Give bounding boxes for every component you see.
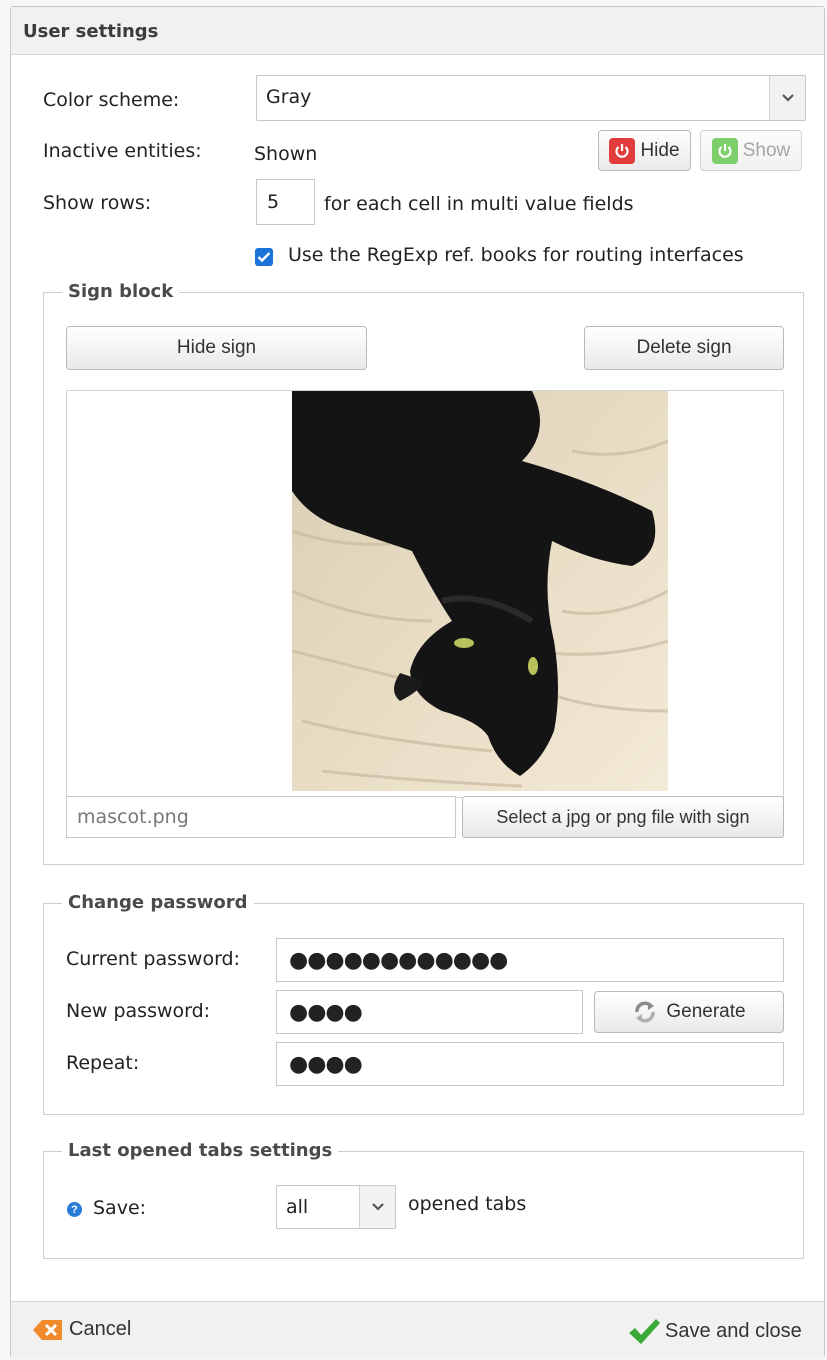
select-sign-file-label: Select a jpg or png file with sign (496, 806, 750, 827)
inactive-entities-label: Inactive entities: (43, 140, 202, 162)
show-button-label: Show (742, 139, 791, 161)
generate-button-label: Generate (666, 1001, 746, 1022)
save-tabs-suffix: opened tabs (408, 1193, 527, 1215)
current-password-label: Current password: (66, 948, 241, 970)
power-icon (711, 137, 738, 164)
power-icon (609, 137, 636, 164)
dialog-title: User settings (23, 21, 159, 42)
sign-file-name-input[interactable]: mascot.png (66, 796, 456, 838)
help-icon[interactable]: ? (67, 1202, 82, 1217)
show-rows-label: Show rows: (43, 192, 152, 214)
dialog-title-bar[interactable]: User settings (11, 7, 824, 55)
last-tabs-legend: Last opened tabs settings (62, 1140, 339, 1161)
save-and-close-label: Save and close (665, 1319, 802, 1342)
delete-sign-label: Delete sign (636, 337, 732, 358)
delete-sign-button[interactable]: Delete sign (584, 326, 784, 370)
cancel-button-label: Cancel (69, 1318, 132, 1340)
user-settings-dialog: User settings Color scheme: Gray Inactiv… (10, 6, 825, 1359)
hide-sign-button[interactable]: Hide sign (66, 326, 367, 370)
generate-password-button[interactable]: Generate (594, 991, 784, 1033)
color-scheme-select[interactable]: Gray (256, 75, 806, 121)
inactive-entities-value: Shown (254, 143, 318, 165)
hide-button-label: Hide (640, 139, 680, 161)
color-scheme-label: Color scheme: (43, 89, 180, 111)
chevron-down-icon[interactable] (769, 76, 805, 120)
hide-sign-label: Hide sign (176, 337, 257, 358)
show-inactive-button[interactable]: Show (700, 130, 802, 171)
checkmark-icon (627, 1317, 661, 1345)
new-password-input[interactable]: ●●●● (276, 990, 583, 1034)
show-rows-input[interactable]: 5 (256, 179, 315, 225)
repeat-password-input[interactable]: ●●●● (276, 1042, 784, 1086)
sign-block-legend: Sign block (62, 281, 180, 302)
change-password-legend: Change password (62, 892, 254, 913)
sign-image (292, 391, 668, 791)
chevron-down-icon[interactable] (359, 1186, 395, 1228)
color-scheme-value: Gray (266, 86, 312, 108)
dialog-footer: Cancel Save and close (11, 1301, 824, 1359)
regexp-checkbox[interactable] (255, 248, 273, 266)
save-tabs-select[interactable]: all (276, 1185, 396, 1229)
cancel-icon (33, 1319, 63, 1341)
select-sign-file-button[interactable]: Select a jpg or png file with sign (462, 796, 784, 838)
repeat-password-label: Repeat: (66, 1052, 140, 1074)
refresh-icon (632, 1000, 658, 1024)
current-password-input[interactable]: ●●●●●●●●●●●● (276, 938, 784, 982)
show-rows-suffix: for each cell in multi value fields (324, 193, 634, 215)
save-tabs-label: Save: (93, 1197, 147, 1219)
hide-inactive-button[interactable]: Hide (598, 130, 691, 171)
cancel-button[interactable]: Cancel (33, 1318, 131, 1341)
save-and-close-button[interactable]: Save and close (627, 1317, 802, 1345)
new-password-label: New password: (66, 1000, 211, 1022)
save-tabs-value: all (286, 1196, 309, 1218)
regexp-checkbox-label: Use the RegExp ref. books for routing in… (288, 244, 744, 266)
sign-image-area (66, 390, 784, 798)
